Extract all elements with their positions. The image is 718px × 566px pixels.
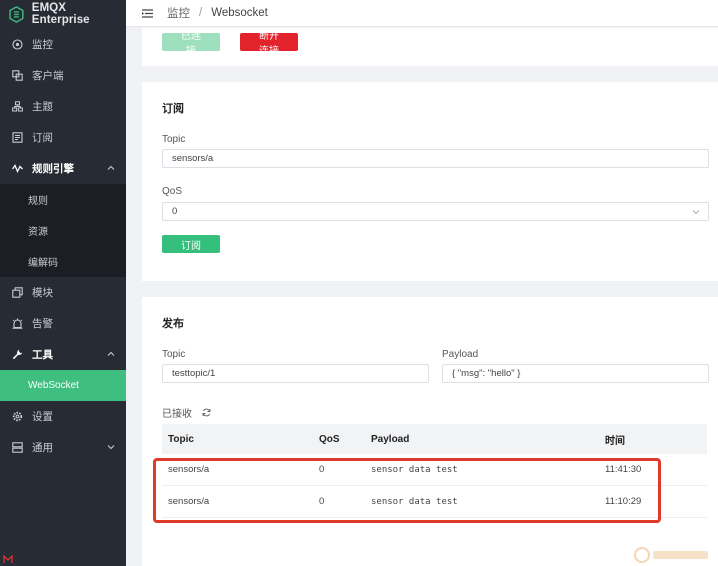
corner-mark-icon xyxy=(3,555,13,563)
breadcrumb-current: Websocket xyxy=(211,7,268,19)
sidebar-item-resources[interactable]: 资源 xyxy=(0,215,126,246)
connected-button[interactable]: 已连接 xyxy=(162,31,220,57)
sidebar-item-label: 告警 xyxy=(32,318,53,330)
column-header-payload: Payload xyxy=(371,433,410,445)
top-header: 监控 / Websocket xyxy=(126,0,718,27)
sidebar-item-label: 订阅 xyxy=(32,132,53,144)
general-icon xyxy=(12,442,23,453)
sidebar-item-label: 模块 xyxy=(32,287,53,299)
modules-icon xyxy=(12,287,23,298)
subscribe-button[interactable]: 订阅 xyxy=(162,235,220,253)
monitor-icon xyxy=(12,39,23,50)
sidebar-item-label: 通用 xyxy=(32,442,53,454)
publish-payload-value: { "msg": "hello" } xyxy=(452,368,521,379)
topics-icon xyxy=(12,101,23,112)
column-header-topic: Topic xyxy=(168,433,194,445)
sidebar-item-topics[interactable]: 主题 xyxy=(0,91,126,122)
subscribe-card: 订阅 Topic sensors/a QoS 0 订阅 xyxy=(142,82,718,281)
chevron-up-icon xyxy=(107,165,115,170)
rule-engine-submenu: 规则 资源 编解码 xyxy=(0,184,126,277)
tools-submenu: WebSocket xyxy=(0,370,126,401)
received-header: 已接收 xyxy=(162,405,211,420)
publish-payload-label: Payload xyxy=(442,349,479,360)
sidebar-item-websocket[interactable]: WebSocket xyxy=(0,370,126,401)
sidebar-item-label: 客户端 xyxy=(32,70,64,82)
refresh-icon[interactable] xyxy=(202,408,211,417)
breadcrumb-separator: / xyxy=(199,7,203,19)
subscribe-qos-select[interactable]: 0 xyxy=(162,202,709,221)
annotation-highlight-box xyxy=(153,458,661,523)
publish-topic-input[interactable]: testtopic/1 xyxy=(162,364,429,383)
publish-payload-input[interactable]: { "msg": "hello" } xyxy=(442,364,709,383)
rule-engine-icon xyxy=(12,163,23,174)
subscriptions-icon xyxy=(12,132,23,143)
sidebar-item-label: 监控 xyxy=(32,39,53,51)
subscribe-topic-label: Topic xyxy=(162,134,186,145)
sidebar-item-label: 工具 xyxy=(32,349,53,361)
sidebar-item-label: 规则引擎 xyxy=(32,163,74,175)
app-logo[interactable]: EMQX Enterprise xyxy=(0,0,126,28)
watermark-logo-icon xyxy=(634,547,708,563)
subscribe-topic-input[interactable]: sensors/a xyxy=(162,149,709,168)
sidebar-item-label: 设置 xyxy=(32,411,53,423)
sidebar-item-tools[interactable]: 工具 xyxy=(0,339,126,370)
sidebar-item-label: 编解码 xyxy=(28,258,58,269)
sidebar-item-clients[interactable]: 客户端 xyxy=(0,60,126,91)
publish-card: 发布 Topic testtopic/1 Payload { "msg": "h… xyxy=(142,297,718,566)
sidebar-item-label: 规则 xyxy=(28,196,48,207)
sidebar-item-label: 主题 xyxy=(32,101,53,113)
subscribe-qos-label: QoS xyxy=(162,186,183,197)
emqx-logo-icon xyxy=(9,5,24,23)
sidebar-item-subscriptions[interactable]: 订阅 xyxy=(0,122,126,153)
column-header-qos: QoS xyxy=(319,433,340,445)
received-label: 已接收 xyxy=(162,409,192,420)
chevron-down-icon xyxy=(692,210,700,215)
subscribe-qos-value: 0 xyxy=(172,206,178,217)
chevron-down-icon xyxy=(107,445,115,450)
settings-icon xyxy=(12,411,23,422)
sidebar-item-alarms[interactable]: 告警 xyxy=(0,308,126,339)
table-header: Topic QoS Payload 时间 xyxy=(162,424,707,454)
subscribe-topic-value: sensors/a xyxy=(172,153,214,164)
sidebar-item-codec[interactable]: 编解码 xyxy=(0,246,126,277)
sidebar-item-rules[interactable]: 规则 xyxy=(0,184,126,215)
publish-title: 发布 xyxy=(162,318,184,330)
sidebar-item-monitor[interactable]: 监控 xyxy=(0,29,126,60)
clients-icon xyxy=(12,70,23,81)
brand-name: EMQX Enterprise xyxy=(31,2,90,26)
sidebar: EMQX Enterprise 监控 客户端 主题 订阅 规则引擎 规则 资源 … xyxy=(0,0,126,566)
subscribe-title: 订阅 xyxy=(162,103,184,115)
sidebar-item-settings[interactable]: 设置 xyxy=(0,401,126,432)
tools-icon xyxy=(12,349,23,360)
sidebar-item-label: WebSocket xyxy=(28,380,79,391)
publish-topic-label: Topic xyxy=(162,349,186,360)
sidebar-item-modules[interactable]: 模块 xyxy=(0,277,126,308)
column-header-time: 时间 xyxy=(605,435,625,447)
publish-topic-value: testtopic/1 xyxy=(172,368,216,379)
sidebar-item-general[interactable]: 通用 xyxy=(0,432,126,463)
menu-toggle-icon[interactable] xyxy=(142,8,153,18)
sidebar-item-label: 资源 xyxy=(28,227,48,238)
sidebar-item-rule-engine[interactable]: 规则引擎 xyxy=(0,153,126,184)
breadcrumb-root[interactable]: 监控 xyxy=(167,5,190,21)
chevron-up-icon xyxy=(107,351,115,356)
alarm-icon xyxy=(12,318,23,329)
connection-card: 已连接 断开连接 xyxy=(142,28,718,66)
disconnect-button[interactable]: 断开连接 xyxy=(240,31,298,57)
